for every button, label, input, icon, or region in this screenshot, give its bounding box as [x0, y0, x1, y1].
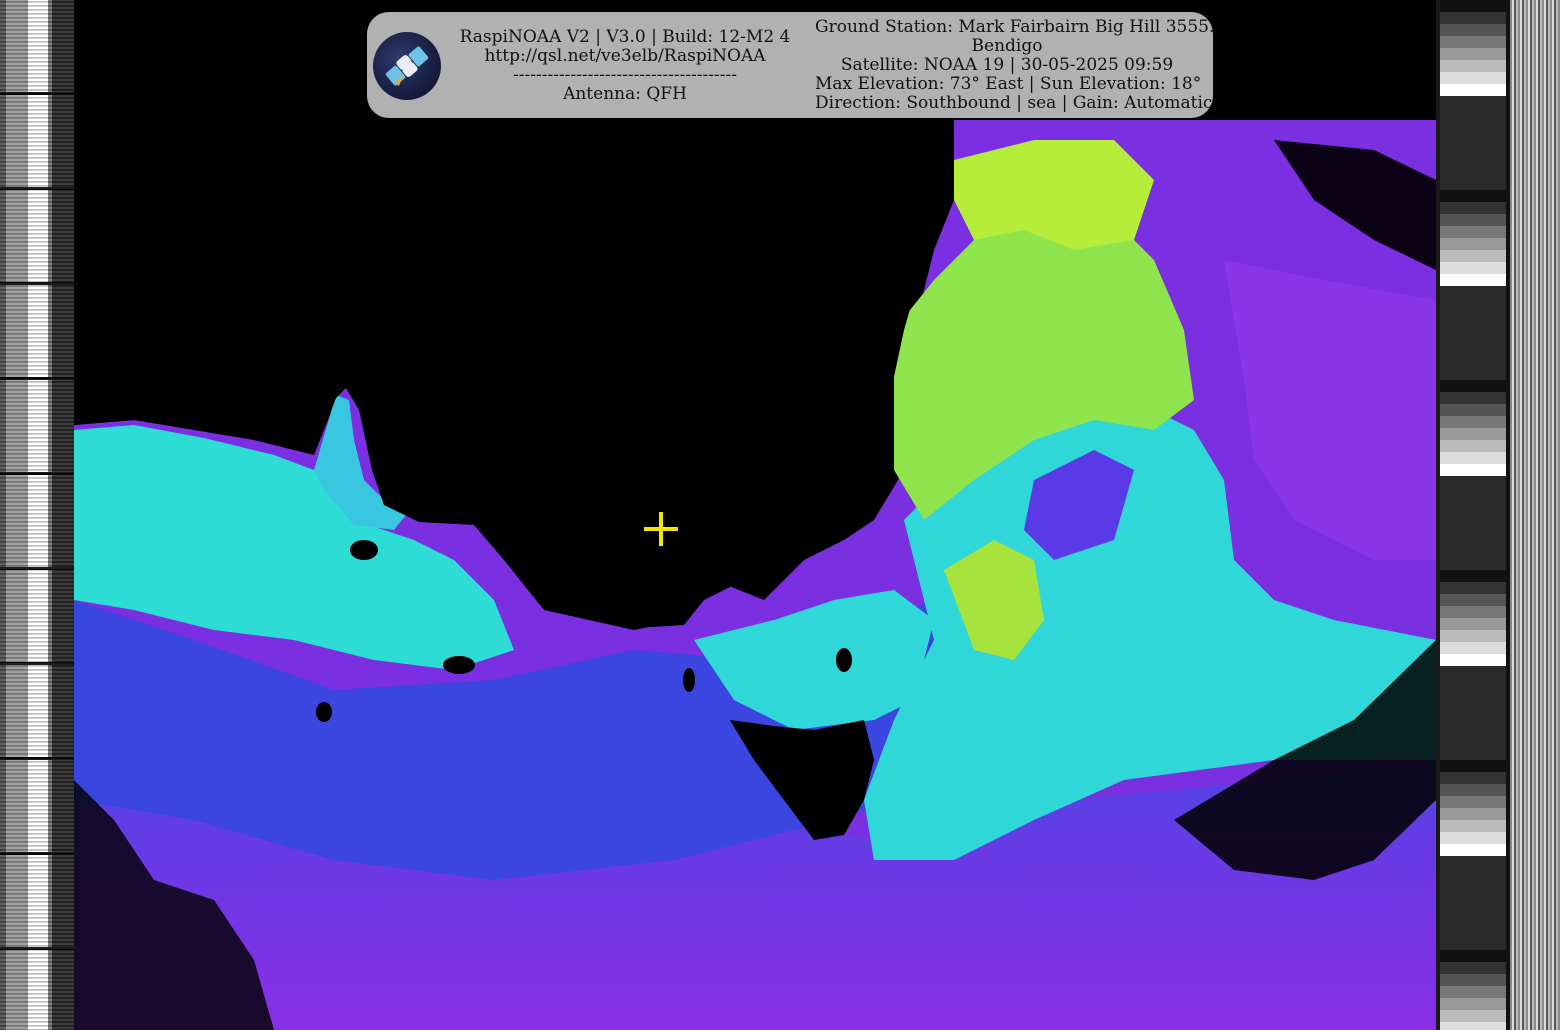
software-info: RaspiNOAA V2 | V3.0 | Build: 12-M2 4 htt…: [455, 28, 795, 104]
calibration-wedge: [1440, 0, 1506, 1030]
ground-station: Ground Station: Mark Fairbairn Big Hill …: [815, 17, 1215, 37]
satellite-datetime: Satellite: NOAA 19 | 30-05-2025 09:59: [840, 55, 1174, 75]
antenna-info: Antenna: QFH: [563, 84, 687, 104]
telemetry-strip-left: [0, 0, 74, 1030]
divider-line: ---------------------------------------: [512, 65, 738, 85]
ground-station-city: Bendigo: [971, 36, 1043, 56]
satellite-image: [74, 0, 1436, 1030]
software-url: http://qsl.net/ve3elb/RaspiNOAA: [484, 46, 766, 66]
satellite-icon: [385, 46, 429, 86]
telemetry-noise: [0, 0, 74, 1030]
raspinoaa-logo: [373, 32, 441, 100]
elevation-info: Max Elevation: 73° East | Sun Elevation:…: [815, 74, 1202, 94]
telemetry-bars: [1510, 0, 1560, 1030]
direction-info: Direction: Southbound | sea | Gain: Auto…: [815, 93, 1213, 113]
crosshair-icon: [644, 512, 678, 546]
info-panel: RaspiNOAA V2 | V3.0 | Build: 12-M2 4 htt…: [367, 12, 1215, 118]
software-version: RaspiNOAA V2 | V3.0 | Build: 12-M2 4: [459, 27, 791, 47]
sea-temperature-map: [74, 0, 1436, 1030]
pass-info: Ground Station: Mark Fairbairn Big Hill …: [815, 17, 1215, 113]
grain-overlay: [74, 0, 1436, 1030]
